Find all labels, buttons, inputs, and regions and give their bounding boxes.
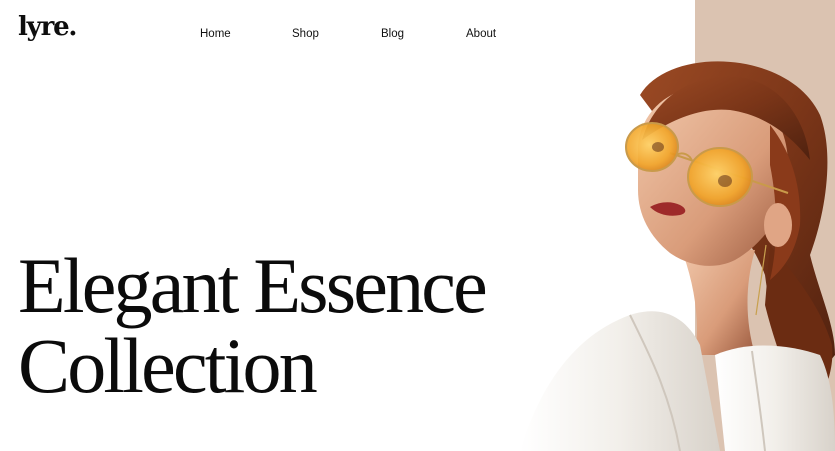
hero-title-line-2: Collection	[18, 322, 318, 409]
nav-link-home[interactable]: Home	[200, 27, 231, 41]
hero-title: Elegant Essence Collection	[18, 242, 488, 409]
hero-title-line-1: Elegant Essence	[18, 242, 488, 329]
hero-model-photo	[520, 61, 835, 451]
page: lyre. Home Shop Blog About Elegant Essen…	[0, 0, 835, 451]
nav-link-about[interactable]: About	[466, 27, 496, 41]
nav-link-shop[interactable]: Shop	[292, 27, 319, 41]
brand-logo[interactable]: lyre.	[18, 14, 77, 40]
nav-link-blog[interactable]: Blog	[381, 27, 404, 41]
